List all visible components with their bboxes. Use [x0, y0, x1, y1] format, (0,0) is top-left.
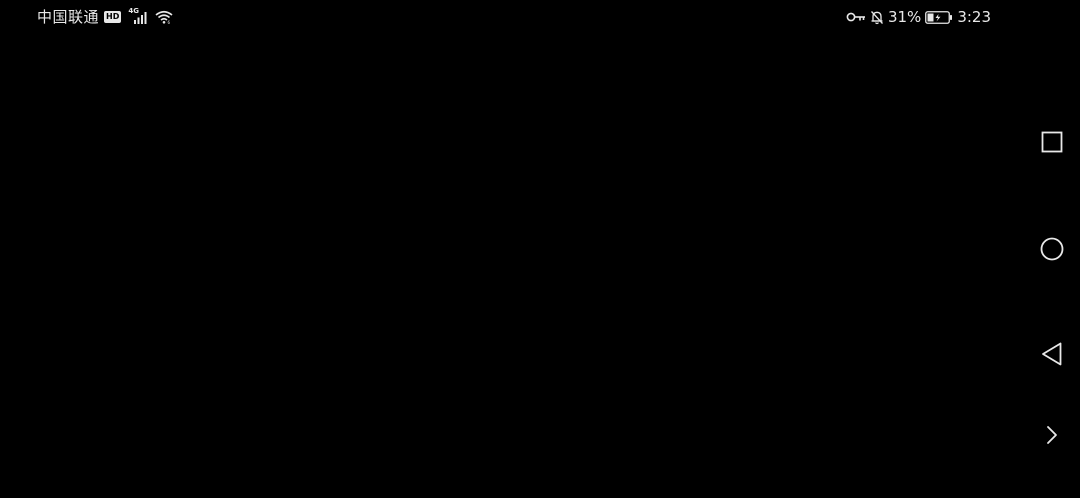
signal-icon: [134, 12, 147, 24]
clock: 3:23: [957, 8, 991, 26]
hd-badge: HD: [104, 11, 122, 23]
cellular-indicator: 4G: [128, 7, 148, 26]
home-button[interactable]: [1032, 229, 1072, 269]
triangle-back-icon: [1042, 342, 1062, 366]
recent-apps-button[interactable]: [1032, 122, 1072, 162]
status-bar: 中国联通 HD 4G 6 31% 3:23: [0, 0, 1080, 34]
status-right: 31% 3:23: [846, 7, 991, 27]
screen: 中国联通 HD 4G 6 31% 3:23: [0, 0, 1080, 498]
wifi-icon: 6: [155, 10, 173, 24]
navigation-bar: [1024, 0, 1080, 498]
square-icon: [1041, 131, 1063, 153]
carrier-name: 中国联通: [37, 8, 100, 26]
expand-button[interactable]: [1032, 415, 1072, 455]
key-icon: [846, 12, 865, 22]
back-button[interactable]: [1032, 334, 1072, 374]
chevron-right-icon: [1047, 426, 1057, 444]
svg-text:6: 6: [168, 20, 171, 24]
status-left: 中国联通 HD 4G 6: [37, 7, 173, 27]
battery-level-fill: [927, 13, 934, 21]
battery-icon: [925, 10, 953, 24]
circle-icon: [1040, 237, 1064, 261]
battery-percent: 31%: [887, 8, 922, 26]
bell-muted-icon: [870, 10, 883, 24]
